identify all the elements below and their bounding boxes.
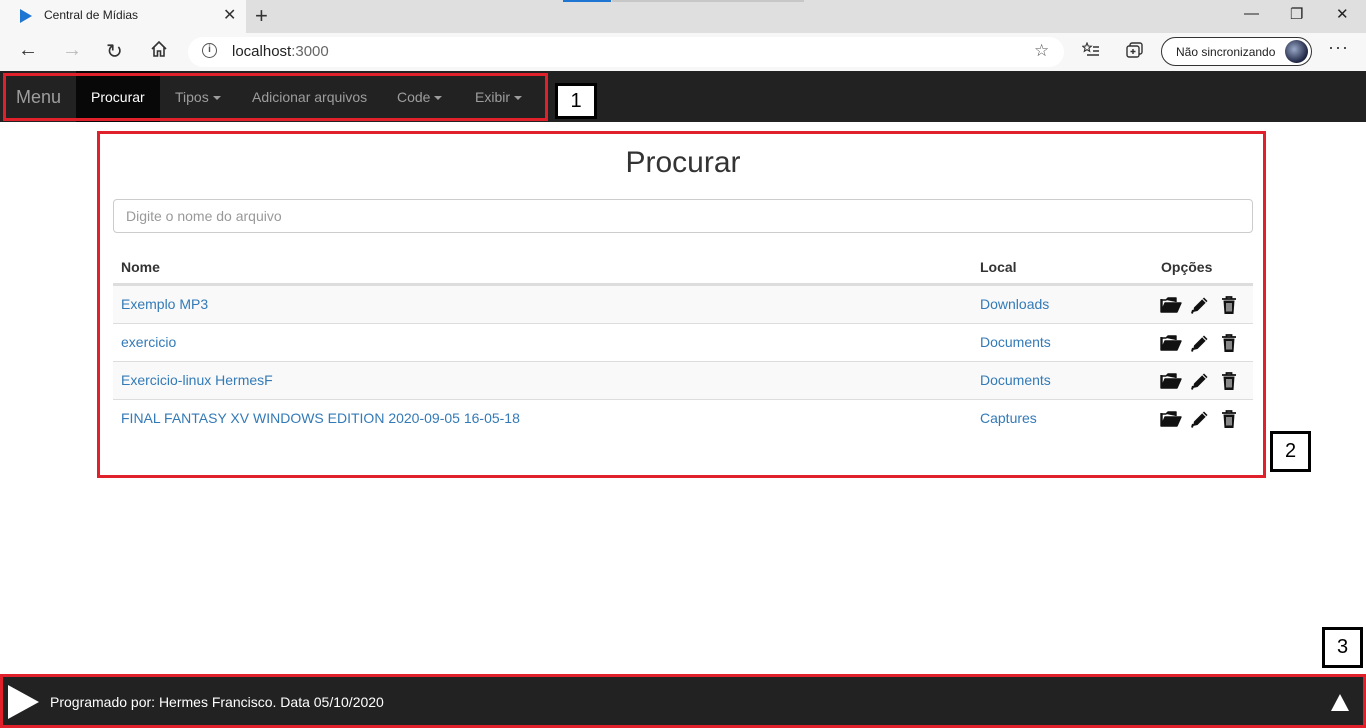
back-arrow-icon[interactable]: ← xyxy=(18,39,38,62)
play-favicon-icon xyxy=(20,9,32,23)
annotation-label-3: 3 xyxy=(1322,627,1363,668)
tab-title: Central de Mídias xyxy=(44,8,139,22)
restore-icon[interactable]: ❐ xyxy=(1290,5,1303,23)
forward-arrow-icon[interactable]: → xyxy=(62,39,82,62)
new-tab-icon[interactable]: + xyxy=(255,3,268,29)
favorite-star-icon[interactable]: ☆ xyxy=(1034,41,1049,61)
annotation-box-2 xyxy=(97,131,1266,478)
close-tab-icon[interactable]: ✕ xyxy=(223,5,236,25)
window-close-icon[interactable]: ✕ xyxy=(1336,5,1349,23)
browser-tab-bar: Central de Mídias ✕ + — ❐ ✕ xyxy=(0,0,1366,33)
collections-icon[interactable] xyxy=(1126,42,1144,63)
tab-strip-divider xyxy=(612,0,804,2)
annotation-box-1 xyxy=(3,73,548,121)
sync-label: Não sincronizando xyxy=(1176,45,1276,59)
profile-sync-button[interactable]: Não sincronizando xyxy=(1161,37,1312,66)
refresh-icon[interactable]: ↻ xyxy=(106,39,123,64)
tab-strip-accent xyxy=(563,0,611,2)
annotation-box-3 xyxy=(0,674,1366,728)
browser-tab[interactable]: Central de Mídias ✕ xyxy=(0,0,246,33)
annotation-label-2: 2 xyxy=(1270,431,1311,472)
info-icon[interactable]: i xyxy=(202,43,217,58)
minimize-icon[interactable]: — xyxy=(1244,5,1259,22)
url-text[interactable]: localhost:3000 xyxy=(232,43,329,60)
avatar xyxy=(1285,40,1308,63)
address-bar-row: ← → ↻ i localhost:3000 ☆ Não sincronizan… xyxy=(0,33,1366,71)
more-options-icon[interactable]: ··· xyxy=(1328,37,1349,58)
favorites-list-icon[interactable] xyxy=(1081,41,1100,63)
home-icon[interactable] xyxy=(150,40,168,64)
annotation-label-1: 1 xyxy=(555,83,597,119)
